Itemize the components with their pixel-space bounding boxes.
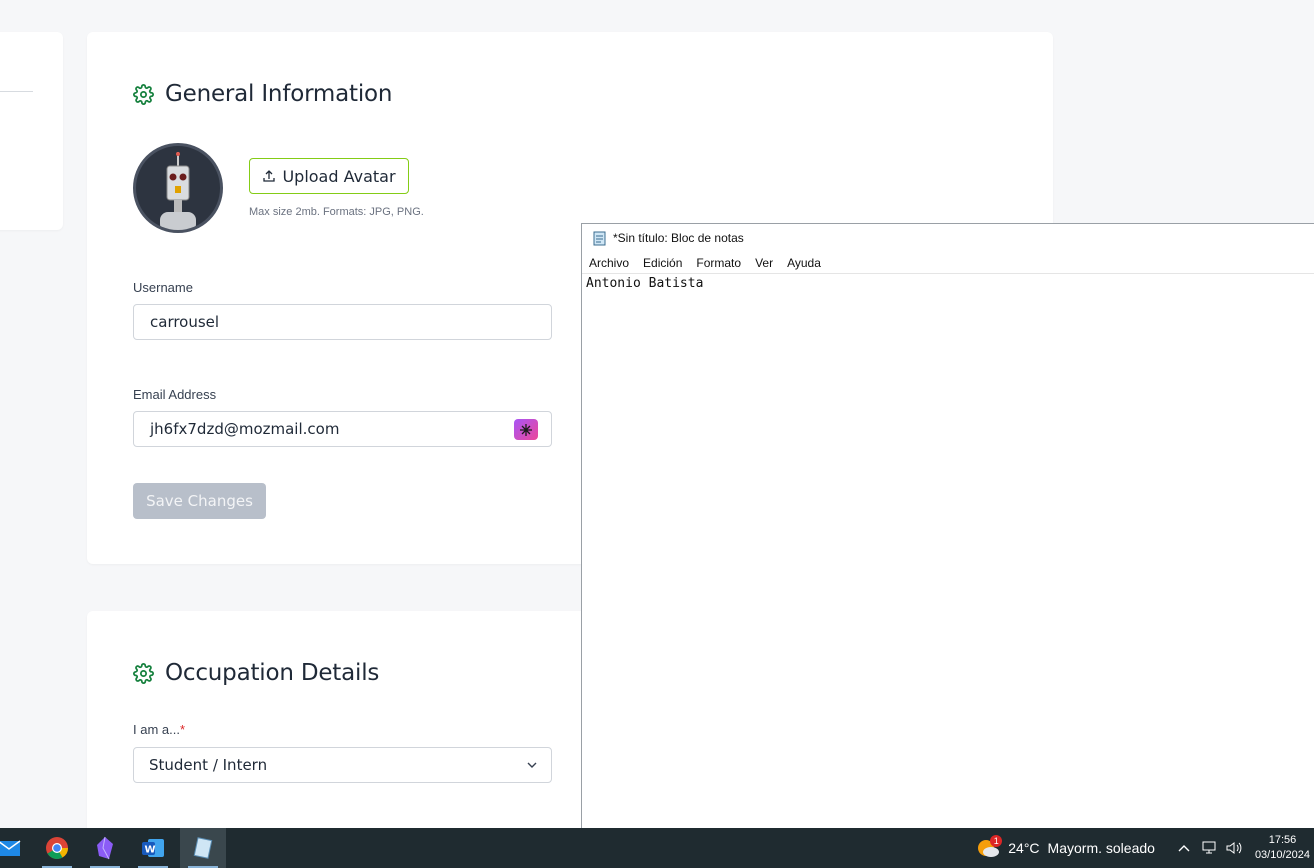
upload-avatar-button[interactable]: Upload Avatar [249, 158, 409, 194]
weather-widget[interactable]: 1 24°C Mayorm. soleado [976, 835, 1155, 859]
chevron-up-icon[interactable] [1177, 843, 1191, 853]
section-title: General Information [165, 81, 393, 107]
username-input[interactable]: carrousel [133, 304, 552, 340]
clock[interactable]: 17:56 03/10/2024 [1255, 833, 1310, 863]
save-changes-button[interactable]: Save Changes [133, 483, 266, 519]
email-input[interactable]: jh6fx7dzd@mozmail.com [133, 411, 552, 447]
weather-icon: 1 [976, 835, 1003, 859]
notepad-menubar: Archivo Edición Formato Ver Ayuda [582, 252, 1314, 274]
menu-ver[interactable]: Ver [755, 256, 773, 270]
chevron-down-icon [527, 762, 537, 768]
section-title: Occupation Details [165, 660, 380, 686]
gear-icon [133, 662, 154, 684]
menu-archivo[interactable]: Archivo [589, 256, 629, 270]
notepad-title: *Sin título: Bloc de notas [613, 231, 744, 245]
upload-hint: Max size 2mb. Formats: JPG, PNG. [249, 206, 424, 218]
taskbar-mail-icon[interactable] [0, 828, 32, 868]
svg-text:W: W [145, 845, 156, 856]
taskbar: W 1 24°C Mayorm. soleado 17:56 03/10/202… [0, 828, 1314, 868]
taskbar-notepad-icon[interactable] [180, 828, 226, 868]
gear-icon [133, 83, 154, 105]
divider [0, 91, 33, 92]
occupation-details-header: Occupation Details [133, 660, 379, 686]
notepad-icon [593, 231, 606, 245]
temperature: 24°C [1008, 840, 1040, 856]
email-label: Email Address [133, 387, 217, 402]
clock-time: 17:56 [1268, 834, 1297, 846]
email-value: jh6fx7dzd@mozmail.com [150, 420, 340, 438]
sidebar-card [0, 32, 63, 230]
notepad-text-area[interactable]: Antonio Batista [582, 274, 1314, 293]
taskbar-chrome-icon[interactable] [34, 828, 80, 868]
clock-date: 03/10/2024 [1254, 849, 1310, 861]
role-label: I am a...* [133, 722, 185, 737]
role-select[interactable]: Student / Intern [133, 747, 552, 783]
role-select-value: Student / Intern [149, 756, 268, 774]
taskbar-obsidian-icon[interactable] [82, 828, 128, 868]
general-information-header: General Information [133, 81, 392, 107]
upload-avatar-label: Upload Avatar [282, 166, 396, 186]
robot-avatar-image [160, 152, 196, 230]
system-tray: 1 24°C Mayorm. soleado 17:56 03/10/2024 [976, 828, 1314, 868]
email-mask-icon[interactable] [514, 419, 538, 440]
upload-icon [263, 170, 276, 182]
taskbar-word-icon[interactable]: W [130, 828, 176, 868]
notepad-titlebar[interactable]: *Sin título: Bloc de notas [582, 224, 1314, 252]
menu-edicion[interactable]: Edición [643, 256, 682, 270]
role-label-text: I am a... [133, 722, 180, 737]
notepad-window[interactable]: *Sin título: Bloc de notas Archivo Edici… [581, 223, 1314, 833]
weather-badge: 1 [990, 835, 1003, 847]
weather-text: Mayorm. soleado [1047, 840, 1155, 856]
avatar [133, 143, 223, 233]
username-value: carrousel [150, 313, 220, 331]
username-label: Username [133, 280, 193, 295]
required-marker: * [179, 722, 186, 737]
menu-ayuda[interactable]: Ayuda [787, 256, 821, 270]
volume-icon[interactable] [1225, 840, 1243, 856]
network-icon[interactable] [1201, 840, 1219, 856]
menu-formato[interactable]: Formato [696, 256, 741, 270]
